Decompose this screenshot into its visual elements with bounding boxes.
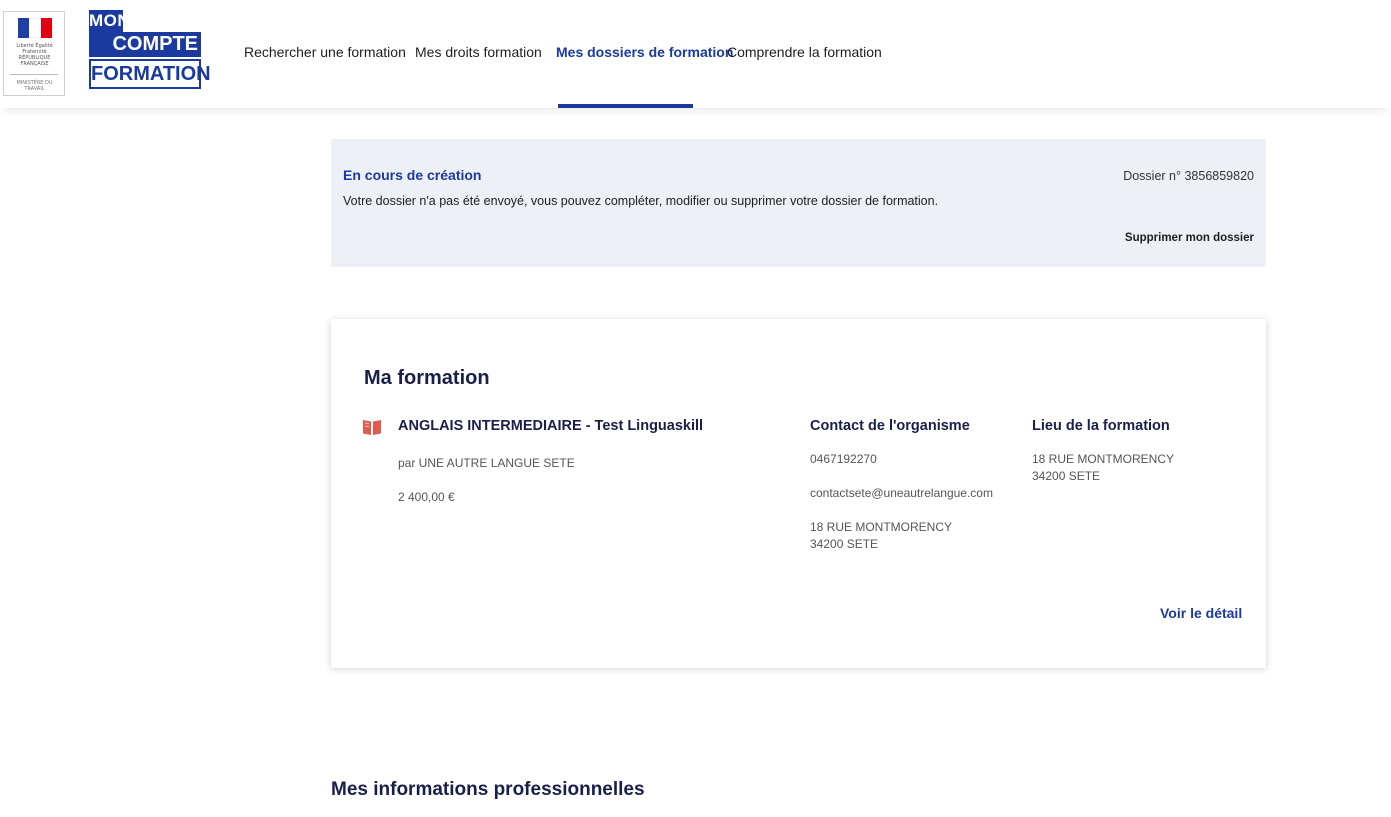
- delete-dossier-link[interactable]: Supprimer mon dossier: [1125, 232, 1254, 244]
- lieu-address-line2: 34200 SETE: [1032, 469, 1101, 483]
- marianne-divider: [10, 74, 58, 75]
- course-organisme: par UNE AUTRE LANGUE SETE: [398, 456, 575, 470]
- republique-francaise-logo[interactable]: Liberté Égalité Fraternité RÉPUBLIQUE FR…: [3, 11, 65, 96]
- logo-line-formation: FORMATION: [89, 59, 211, 89]
- contact-address-line1: 18 RUE MONTMORENCY: [810, 520, 953, 534]
- site-header: Liberté Égalité Fraternité RÉPUBLIQUE FR…: [0, 0, 1391, 108]
- logo-line-compte: COMPTE: [89, 32, 201, 57]
- active-tab-indicator: [558, 104, 693, 108]
- nav-comprendre-formation[interactable]: Comprendre la formation: [727, 44, 882, 60]
- logo-line-mon: MON: [89, 10, 131, 32]
- marianne-text: Liberté Égalité Fraternité RÉPUBLIQUE FR…: [16, 43, 53, 67]
- course-price: 2 400,00 €: [398, 490, 455, 504]
- nav-mes-droits-formation[interactable]: Mes droits formation: [415, 44, 542, 60]
- french-flag-icon: [18, 18, 52, 38]
- status-description: Votre dossier n'a pas été envoyé, vous p…: [343, 194, 939, 208]
- mon-compte-formation-logo[interactable]: MON COMPTE FORMATION: [89, 10, 211, 90]
- contact-email: contactsete@uneautrelangue.com: [810, 486, 993, 500]
- course-title: ANGLAIS INTERMEDIAIRE - Test Linguaskill: [398, 418, 704, 434]
- marianne-subtext: MINISTÈRE DU TRAVAIL: [16, 80, 53, 92]
- dossier-status-banner: En cours de création Votre dossier n'a p…: [331, 139, 1266, 267]
- lieu-address-line1: 18 RUE MONTMORENCY: [1032, 452, 1175, 466]
- nav-rechercher-formation[interactable]: Rechercher une formation: [244, 44, 406, 60]
- status-title: En cours de création: [343, 167, 482, 183]
- dossier-number: Dossier n° 3856859820: [1123, 169, 1254, 183]
- formation-card: Ma formation ANGLAIS INTERMEDIAIRE - Tes…: [331, 319, 1266, 668]
- contact-heading: Contact de l'organisme: [810, 418, 970, 434]
- book-icon: [363, 420, 381, 435]
- lieu-heading: Lieu de la formation: [1032, 418, 1170, 434]
- card-title: Ma formation: [364, 367, 490, 389]
- voir-detail-link[interactable]: Voir le détail: [1160, 605, 1242, 621]
- contact-address-line2: 34200 SETE: [810, 537, 879, 551]
- contact-phone: 0467192270: [810, 452, 877, 466]
- nav-mes-dossiers-formation[interactable]: Mes dossiers de formation: [556, 44, 733, 60]
- pro-info-section-title: Mes informations professionnelles: [331, 779, 645, 800]
